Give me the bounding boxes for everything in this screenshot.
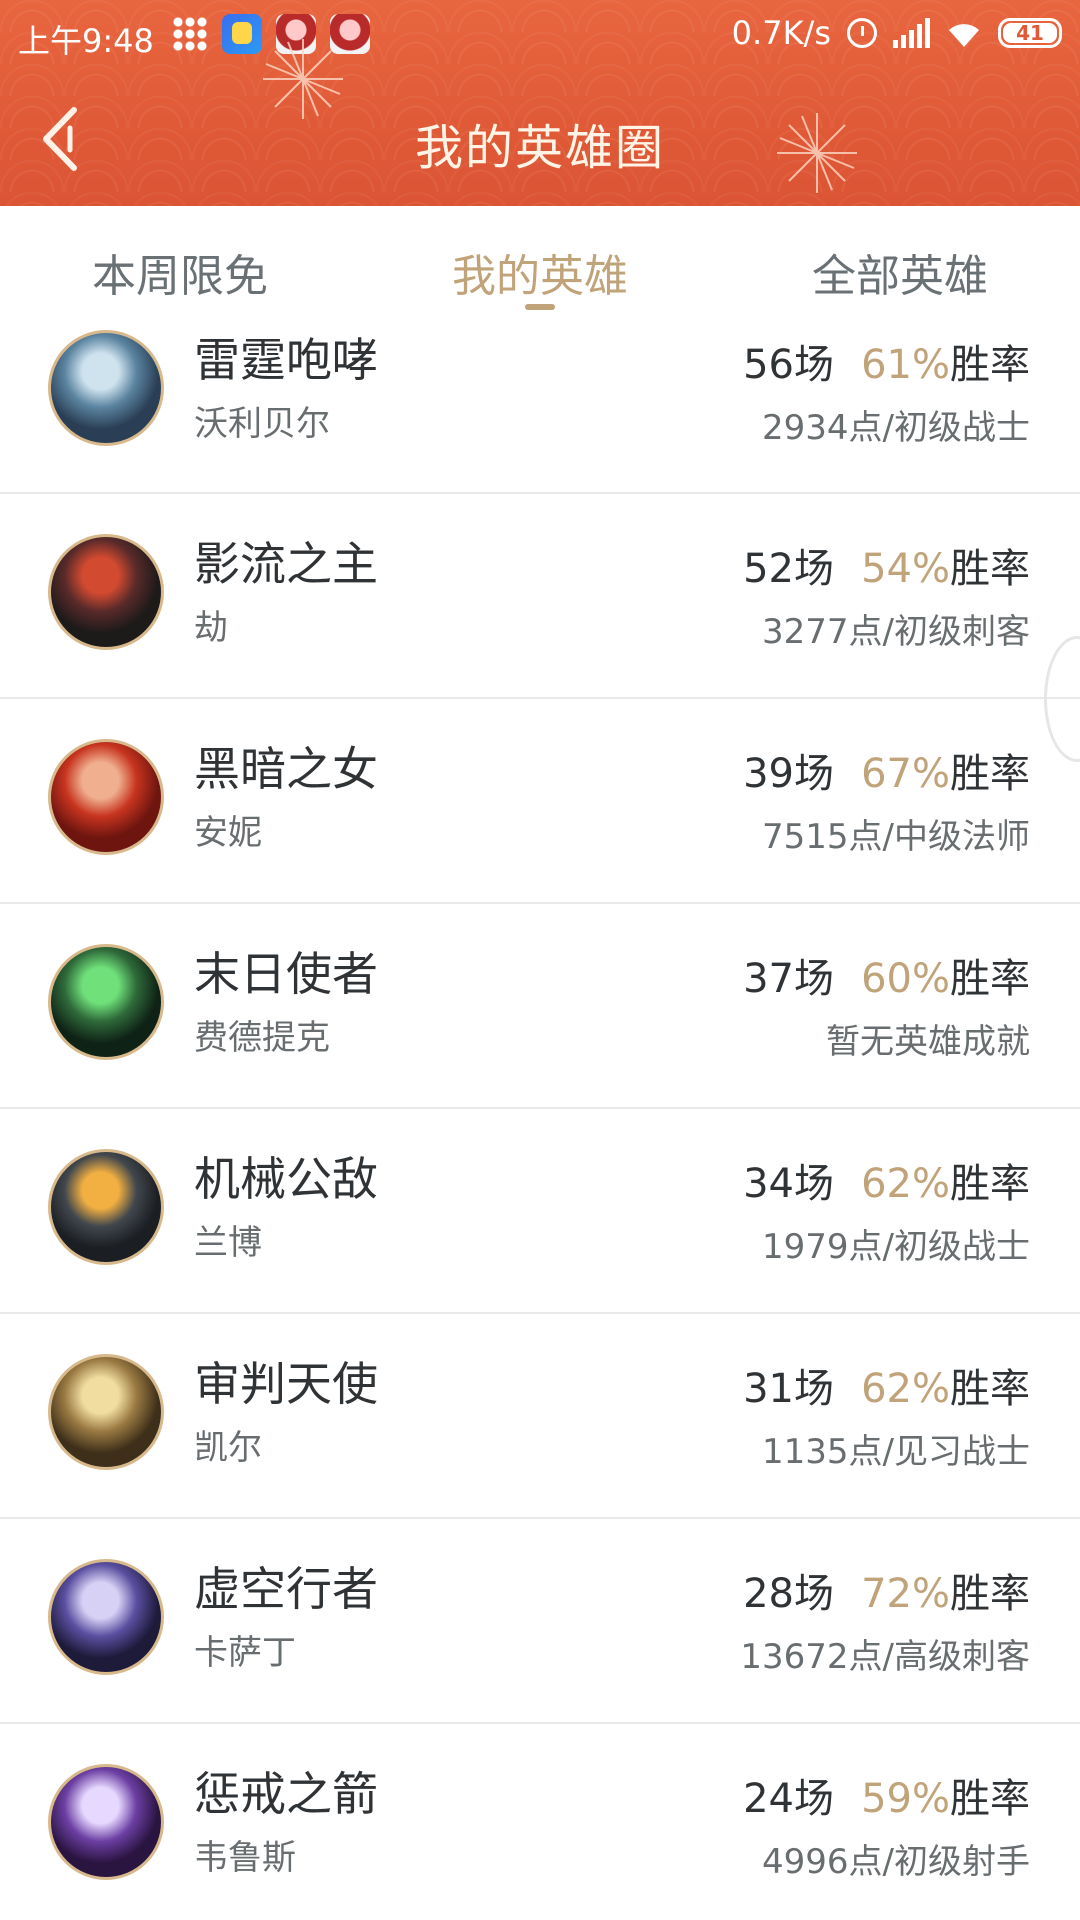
hero-name: 兰博 [194, 1223, 262, 1263]
win-rate-percent: 62% [861, 1161, 950, 1207]
status-bar: 上午9:48 0.7K/s 41 [0, 0, 1080, 72]
hero-row[interactable]: 惩戒之箭韦鲁斯 24场 59%胜率 4996点/初级射手 [0, 1724, 1080, 1920]
win-rate: 67%胜率 [861, 741, 1030, 799]
win-rate: 59%胜率 [861, 1766, 1030, 1824]
tab-my-heroes[interactable]: 我的英雄 [360, 206, 720, 316]
tab-label: 本周限免 [92, 251, 268, 302]
hero-name: 卡萨丁 [194, 1633, 296, 1673]
hero-row[interactable]: 审判天使凯尔 31场 62%胜率 1135点/见习战士 [0, 1314, 1080, 1519]
hero-title: 机械公敌 [194, 1152, 378, 1206]
hero-avatar [48, 739, 164, 855]
active-tab-indicator [525, 304, 555, 310]
win-rate: 72%胜率 [861, 1561, 1030, 1619]
status-time: 上午9:48 [18, 22, 154, 60]
hero-rank: 7515点/中级法师 [762, 817, 1030, 857]
win-rate-percent: 61% [861, 342, 950, 388]
hero-rank: 1979点/初级战士 [762, 1227, 1030, 1267]
hero-avatar [48, 1149, 164, 1265]
hero-title: 黑暗之女 [194, 742, 378, 796]
hero-avatar [48, 1559, 164, 1675]
tab-weekly-free[interactable]: 本周限免 [0, 206, 360, 316]
app-notification-icon [222, 14, 262, 54]
wifi-icon [946, 19, 982, 47]
win-rate-label: 胜率 [950, 1776, 1030, 1822]
tab-all-heroes[interactable]: 全部英雄 [720, 206, 1080, 316]
games-played: 24场 [743, 1776, 834, 1822]
hero-title: 审判天使 [194, 1357, 378, 1411]
hero-title: 惩戒之箭 [194, 1767, 378, 1821]
hero-avatar [48, 330, 164, 446]
network-speed: 0.7K/s [731, 14, 831, 52]
hero-title: 虚空行者 [194, 1562, 378, 1616]
win-rate: 62%胜率 [861, 1151, 1030, 1209]
hero-avatar [48, 534, 164, 650]
hero-name: 安妮 [194, 813, 262, 853]
win-rate-percent: 54% [861, 546, 950, 592]
hero-row[interactable]: 机械公敌兰博 34场 62%胜率 1979点/初级战士 [0, 1109, 1080, 1314]
hero-name: 费德提克 [194, 1018, 330, 1058]
hero-row[interactable]: 黑暗之女安妮 39场 67%胜率 7515点/中级法师 [0, 699, 1080, 904]
games-played: 34场 [743, 1161, 834, 1207]
win-rate-percent: 72% [861, 1571, 950, 1617]
battery-icon: 41 [998, 18, 1062, 48]
hero-rank: 暂无英雄成就 [826, 1022, 1030, 1062]
tab-label: 全部英雄 [812, 251, 988, 302]
hero-title: 末日使者 [194, 947, 378, 1001]
games-played: 37场 [743, 956, 834, 1002]
games-played: 52场 [743, 546, 834, 592]
hero-rank: 4996点/初级射手 [762, 1842, 1030, 1882]
win-rate: 62%胜率 [861, 1356, 1030, 1414]
win-rate-label: 胜率 [950, 546, 1030, 592]
win-rate-label: 胜率 [950, 1366, 1030, 1412]
win-rate: 60%胜率 [861, 946, 1030, 1004]
signal-icon [893, 18, 930, 48]
games-played: 39场 [743, 751, 834, 797]
hero-title: 影流之主 [194, 537, 378, 591]
hero-row[interactable]: 影流之主劫 52场 54%胜率 3277点/初级刺客 [0, 494, 1080, 699]
alarm-icon [847, 18, 877, 48]
hero-name: 劫 [194, 608, 228, 648]
win-rate: 61%胜率 [861, 332, 1030, 390]
hero-rank: 1135点/见习战士 [762, 1432, 1030, 1472]
tab-bar: 本周限免 我的英雄 全部英雄 [0, 206, 1080, 316]
hero-rank: 3277点/初级刺客 [762, 612, 1030, 652]
hero-row[interactable]: 虚空行者卡萨丁 28场 72%胜率 13672点/高级刺客 [0, 1519, 1080, 1724]
status-right: 0.7K/s 41 [732, 14, 1062, 52]
header-bar: 上午9:48 0.7K/s 41 我的英雄圈 [0, 0, 1080, 206]
games-played: 28场 [743, 1571, 834, 1617]
hero-rank: 2934点/初级战士 [762, 408, 1030, 448]
hero-avatar [48, 944, 164, 1060]
win-rate-percent: 60% [861, 956, 950, 1002]
win-rate-label: 胜率 [950, 342, 1030, 388]
hero-row[interactable]: 雷霆咆哮沃利贝尔 56场 61%胜率 2934点/初级战士 [0, 316, 1080, 494]
hero-rank: 13672点/高级刺客 [740, 1637, 1030, 1677]
hero-row[interactable]: 末日使者费德提克 37场 60%胜率暂无英雄成就 [0, 904, 1080, 1109]
hero-name: 韦鲁斯 [194, 1838, 296, 1878]
page-title: 我的英雄圈 [414, 120, 665, 176]
hero-name: 凯尔 [194, 1428, 262, 1468]
app-screen: 上午9:48 0.7K/s 41 我的英雄圈 本周限免 我的英雄 全部英雄 雷霆… [0, 0, 1080, 1920]
win-rate-percent: 62% [861, 1366, 950, 1412]
games-played: 56场 [743, 342, 834, 388]
hero-avatar [48, 1354, 164, 1470]
win-rate-label: 胜率 [950, 1161, 1030, 1207]
win-rate-label: 胜率 [950, 1571, 1030, 1617]
tab-label: 我的英雄 [452, 251, 628, 302]
hero-name: 沃利贝尔 [194, 404, 330, 444]
hero-avatar [48, 1764, 164, 1880]
win-rate-percent: 67% [861, 751, 950, 797]
apps-grid-icon [172, 16, 208, 52]
win-rate-label: 胜率 [950, 751, 1030, 797]
win-rate-label: 胜率 [950, 956, 1030, 1002]
battery-level: 41 [1016, 21, 1044, 45]
games-played: 31场 [743, 1366, 834, 1412]
hero-list: 雷霆咆哮 沃利贝尔 56场 61%胜率 2934点/初级战士 影流之主劫 52场 54%胜率 3… [0, 316, 1080, 1920]
hero-title: 雷霆咆哮 [194, 333, 378, 387]
win-rate-percent: 59% [861, 1776, 950, 1822]
win-rate: 54%胜率 [861, 536, 1030, 594]
